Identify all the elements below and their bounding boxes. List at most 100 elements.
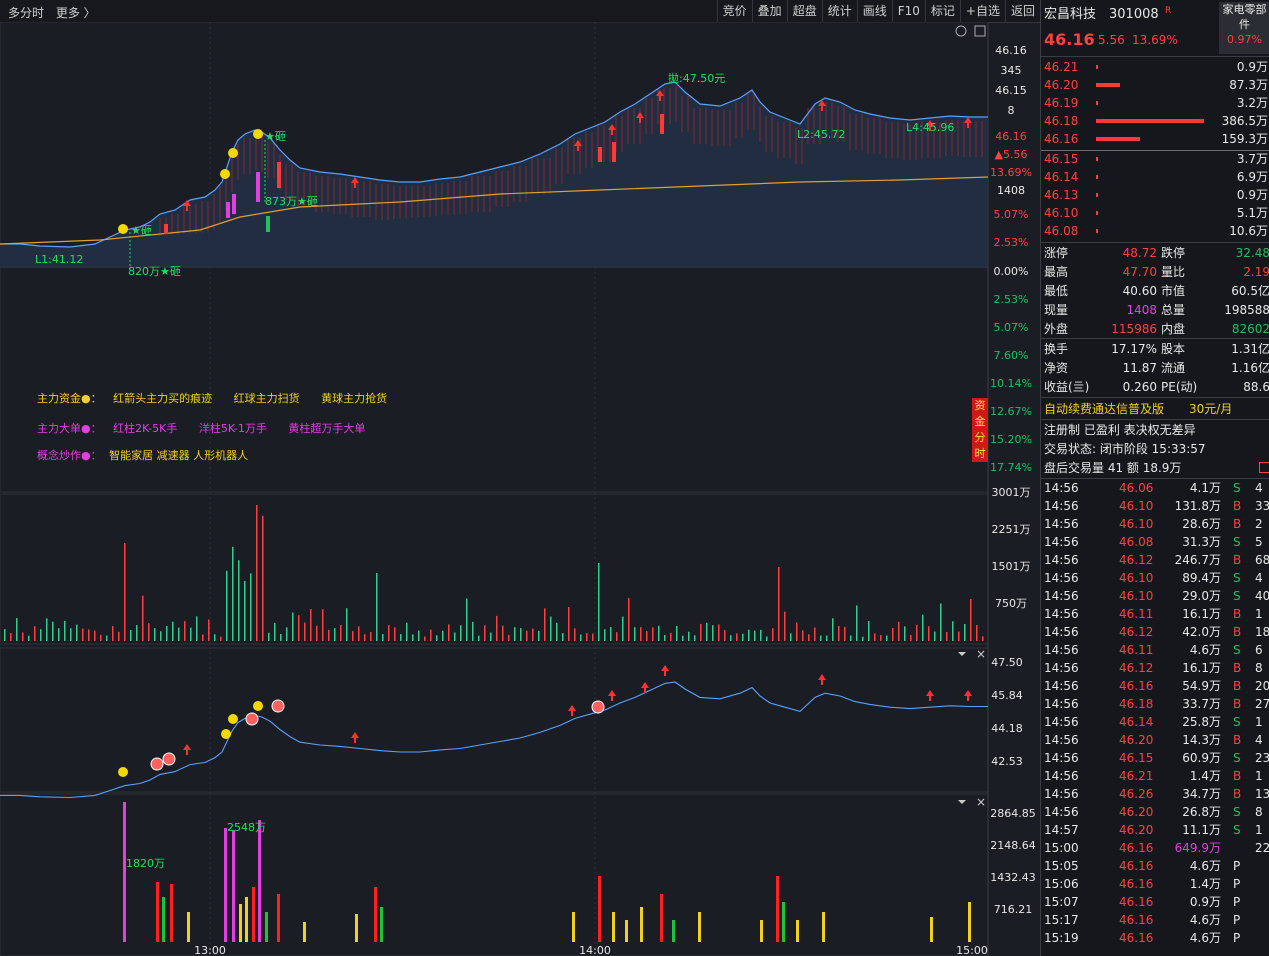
- price-scale-label: 5.07%: [994, 208, 1029, 221]
- price-scale-label: 5.07%: [994, 321, 1029, 334]
- toolbar-button[interactable]: 统计: [821, 0, 857, 22]
- promo-text[interactable]: 自动续费通达信普及版: [1044, 400, 1164, 418]
- expand-icon[interactable]: [1259, 462, 1269, 473]
- tab-more[interactable]: 更多 〉: [56, 6, 96, 20]
- toolbar-button[interactable]: F10: [891, 0, 925, 22]
- stats-row: 换手 17.17% 股本 1.31亿: [1041, 340, 1269, 358]
- orderbook-row[interactable]: 46.20 87.3万: [1041, 76, 1269, 94]
- stock-code: 301008: [1109, 7, 1159, 22]
- volume-bar: [124, 543, 126, 641]
- legend-item: 黄柱超万手大单: [288, 422, 366, 435]
- big-order-bar: [968, 902, 971, 942]
- volume-bar: [34, 626, 36, 641]
- price-scale-label: 17.74%: [990, 461, 1032, 474]
- tick-row: 15:05 46.16 4.6万 P: [1041, 857, 1269, 875]
- legend-row-funds: 主力资金●： 红箭头主力买的痕迹 红球主力扫货 黄球主力抢货: [37, 390, 387, 406]
- orderbook-bar: [1096, 119, 1204, 123]
- stat-value: 1.16亿: [1231, 361, 1269, 375]
- volume-bar: [952, 621, 954, 641]
- orderbook-bar: [1096, 137, 1140, 141]
- yellow-ball-icon: [220, 169, 230, 179]
- volume-bar: [298, 615, 300, 641]
- price-scale-label: 46.16: [995, 44, 1027, 57]
- orderbook-row[interactable]: 46.10 5.1万: [1041, 204, 1269, 222]
- tick-volume: 28.6万: [1182, 517, 1221, 531]
- intraday-chart[interactable]: L1:41.12 820万★砸 873万★砸 拋:47.50元 L2:45.72 L4:4…: [0, 22, 1040, 956]
- toolbar-button[interactable]: 标记: [924, 0, 960, 22]
- tick-count: 27: [1255, 697, 1269, 711]
- volume-bar: [490, 632, 492, 641]
- stat-label: 最低: [1044, 284, 1069, 298]
- volume-bar: [40, 629, 42, 641]
- toolbar-button[interactable]: +自选: [959, 0, 1005, 22]
- volume-bar: [412, 634, 414, 641]
- orderbook-volume: 6.9万: [1236, 170, 1268, 184]
- price-scale-label: 2.53%: [994, 293, 1029, 306]
- orderbook-bar: [1096, 157, 1098, 161]
- volume-bar: [730, 635, 732, 641]
- tick-row: 14:56 46.10 29.0万 S 40: [1041, 587, 1269, 605]
- toolbar-button[interactable]: 画线: [856, 0, 892, 22]
- tick-side: S: [1233, 751, 1241, 765]
- tick-time: 14:56: [1044, 697, 1079, 711]
- tick-price: 46.10: [1119, 499, 1154, 513]
- stats-row: 收益(亖) 0.260 PE(动) 88.6: [1041, 378, 1269, 396]
- stat-value: 82602: [1231, 322, 1269, 336]
- tick-price: 46.10: [1119, 517, 1154, 531]
- tick-price: 46.16: [1119, 931, 1154, 945]
- tick-price: 46.20: [1119, 733, 1154, 747]
- promo-row[interactable]: 自动续费通达信普及版 30元/月: [1041, 400, 1269, 418]
- tick-volume: 26.8万: [1182, 805, 1221, 819]
- yellow-ball-icon: [118, 224, 128, 234]
- volume-bar: [574, 628, 576, 641]
- tick-time: 14:56: [1044, 553, 1079, 567]
- orderbook-row[interactable]: 46.13 0.9万: [1041, 186, 1269, 204]
- orderbook-row[interactable]: 46.16 159.3万: [1041, 130, 1269, 148]
- volume-bar: [964, 623, 966, 641]
- stat-value: 0.260: [1122, 380, 1157, 394]
- tick-side: S: [1233, 823, 1241, 837]
- chart-panel: [0, 493, 989, 645]
- annotation-label: L2:45.72: [797, 128, 845, 141]
- volume-bar: [262, 515, 264, 641]
- stat-label: 净资: [1044, 361, 1069, 375]
- tick-row: 14:56 46.26 34.7万 B 13: [1041, 785, 1269, 803]
- toolbar-button[interactable]: 竞价: [716, 0, 752, 22]
- big-order-bar: [245, 897, 248, 942]
- orderbook-price: 46.18: [1044, 114, 1079, 128]
- orderbook-row[interactable]: 46.19 3.2万: [1041, 94, 1269, 112]
- volume-bar: [454, 632, 456, 641]
- tick-price: 46.20: [1119, 805, 1154, 819]
- toolbar-button[interactable]: 叠加: [751, 0, 787, 22]
- stat-label: 股本: [1161, 342, 1186, 356]
- tab-multi-period[interactable]: 多分时: [8, 6, 44, 20]
- toolbar-button[interactable]: 返回: [1004, 0, 1040, 22]
- tick-count: 1: [1255, 769, 1263, 783]
- stat-label: 外盘: [1044, 322, 1069, 336]
- promo-price[interactable]: 30元/月: [1189, 400, 1232, 418]
- stat-value: 1.31亿: [1231, 342, 1269, 356]
- tick-time: 14:56: [1044, 769, 1079, 783]
- volume-bar: [160, 631, 162, 641]
- fund-timeshare-badge[interactable]: 资金分时: [972, 398, 988, 462]
- orderbook-row[interactable]: 46.08 10.6万: [1041, 222, 1269, 240]
- volume-bar: [52, 621, 54, 641]
- volume-bar: [592, 633, 594, 641]
- big-order-bar: [760, 920, 763, 942]
- tick-side: P: [1233, 895, 1241, 909]
- chart-canvas[interactable]: L1:41.12 820万★砸 873万★砸 拋:47.50元 L2:45.72 L4:4…: [0, 22, 1040, 956]
- orderbook-row[interactable]: 46.18 386.5万: [1041, 112, 1269, 130]
- yellow-ball-icon: [221, 729, 231, 739]
- tick-row: 14:56 46.21 1.4万 B 1: [1041, 767, 1269, 785]
- big-order-bar: [640, 907, 643, 942]
- tick-side: S: [1233, 589, 1241, 603]
- tick-price: 46.18: [1119, 697, 1154, 711]
- volume-bar: [418, 630, 420, 641]
- volume-bar: [280, 634, 282, 641]
- volume-bar: [832, 618, 834, 641]
- tick-count: 5: [1255, 535, 1263, 549]
- orderbook-row[interactable]: 46.14 6.9万: [1041, 168, 1269, 186]
- toolbar-button[interactable]: 超盘: [786, 0, 822, 22]
- orderbook-row[interactable]: 46.15 3.7万: [1041, 150, 1269, 168]
- orderbook-row[interactable]: 46.21 0.9万: [1041, 58, 1269, 76]
